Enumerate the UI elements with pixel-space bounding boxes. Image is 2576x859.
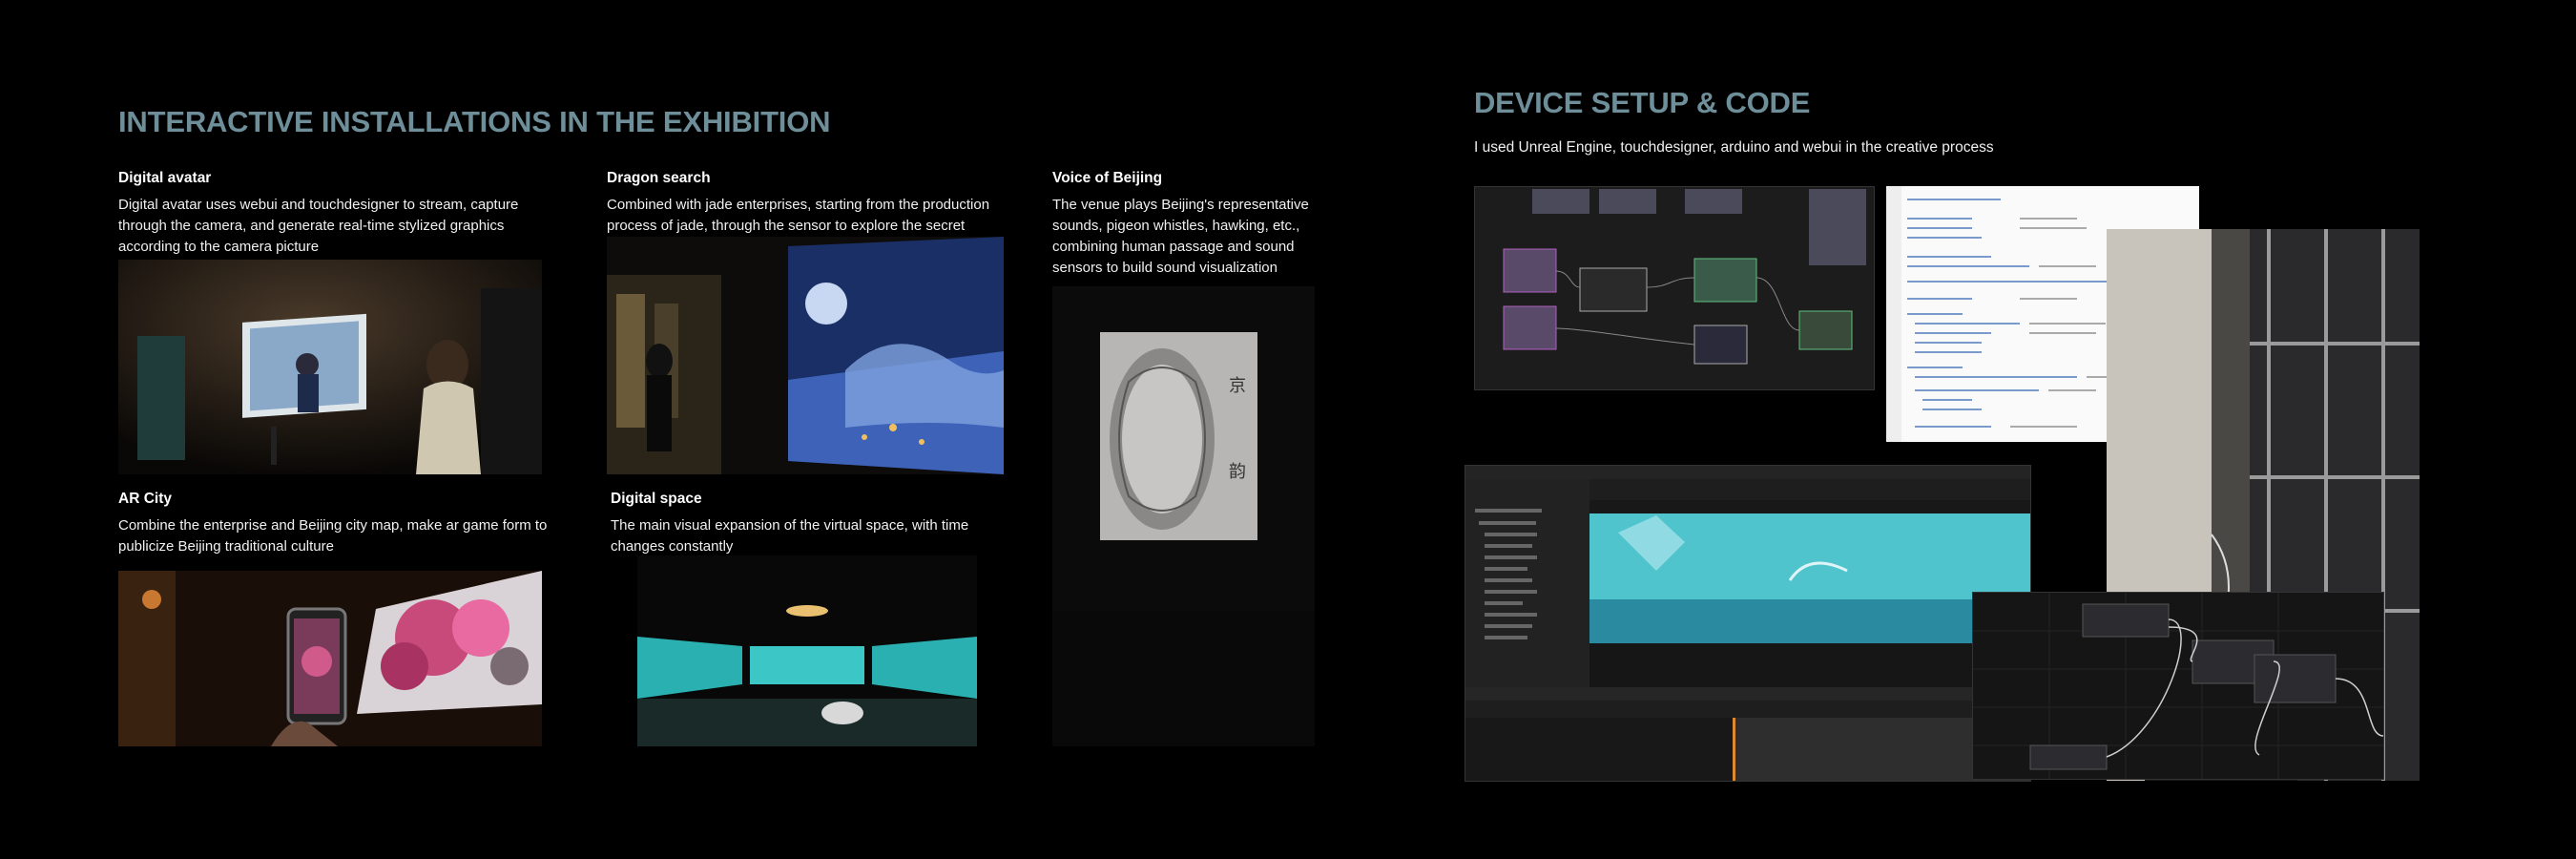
card-title: Digital space [611,491,702,507]
card-title: AR City [118,491,172,507]
card-description: Digital avatar uses webui and touchdesig… [118,197,519,255]
photo-digital-avatar [118,260,542,474]
card-digital-space: Digital space The main visual expansion … [611,491,1011,557]
section-subtitle: I used Unreal Engine, touchdesigner, ard… [1474,139,1994,156]
card-title: Digital avatar [118,170,212,186]
photo-ar-city [118,571,542,746]
photo-voice-of-beijing: 京 韵 [1052,286,1315,746]
card-description: Combine the enterprise and Beijing city … [118,517,548,555]
screenshot-node-editor [1972,592,2384,780]
card-voice-of-beijing: Voice of Beijing The venue plays Beijing… [1052,170,1339,279]
screenshot-touchdesigner [1474,186,1875,390]
card-title: Voice of Beijing [1052,170,1163,186]
svg-text:韵: 韵 [1229,462,1246,482]
photo-digital-space [637,555,977,746]
photo-dragon-search [607,237,1004,474]
card-ar-city: AR City Combine the enterprise and Beiji… [118,491,557,557]
screenshot-unreal-engine [1465,465,2031,782]
section-title-device-setup: DEVICE SETUP & CODE [1474,86,1811,119]
card-title: Dragon search [607,170,711,186]
card-description: The venue plays Beijing's representative… [1052,197,1309,276]
card-description: The main visual expansion of the virtual… [611,517,969,555]
section-title-installations: INTERACTIVE INSTALLATIONS IN THE EXHIBIT… [118,105,831,138]
card-digital-avatar: Digital avatar Digital avatar uses webui… [118,170,557,258]
svg-text:京: 京 [1229,376,1246,396]
